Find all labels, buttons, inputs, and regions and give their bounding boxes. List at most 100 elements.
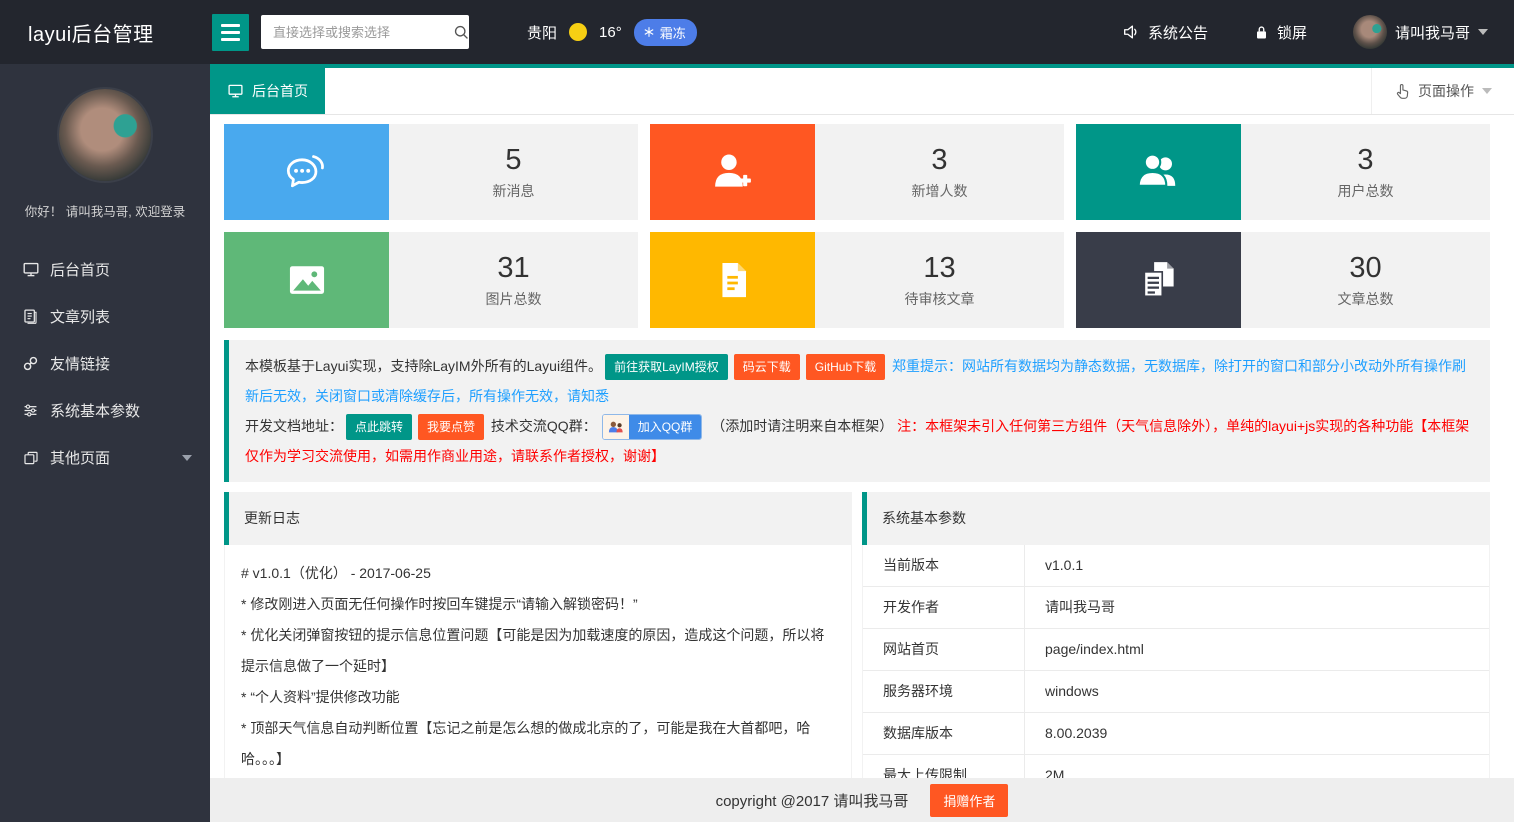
changelog-entry: # v1.0.1（优化） - 2017-06-25 — [241, 558, 835, 589]
stat-card-total-users[interactable]: 3 用户总数 — [1076, 124, 1490, 220]
stat-value: 31 — [497, 252, 529, 285]
sidebar-greeting: 你好！ 请叫我马哥, 欢迎登录 — [0, 201, 210, 220]
lock-icon — [1254, 24, 1269, 41]
qq-note: （添加时请注明来自本框架） — [711, 418, 893, 434]
changelog-entry: * 顶部天气信息自动判断位置【忘记之前是怎么想的做成北京的了，可能是我在大首都吧… — [241, 713, 835, 775]
tab-home[interactable]: 后台首页 — [210, 68, 325, 114]
docs-jump-button[interactable]: 点此跳转 — [346, 414, 412, 440]
table-row: 最大上传限制2M — [863, 755, 1489, 779]
user-avatar[interactable] — [59, 89, 151, 181]
stat-value: 30 — [1349, 252, 1381, 285]
link-icon — [21, 355, 40, 372]
sidebar-item-other-pages[interactable]: 其他页面 — [0, 434, 210, 481]
hand-pointer-icon — [1394, 83, 1410, 100]
layim-auth-button[interactable]: 前往获取LayIM授权 — [605, 354, 728, 380]
sidebar-item-label: 系统基本参数 — [50, 400, 140, 421]
frost-icon — [643, 26, 655, 38]
announcement-button[interactable]: 系统公告 — [1122, 22, 1208, 43]
article-icon — [21, 308, 40, 325]
sidebar-item-label: 友情链接 — [50, 353, 110, 374]
stat-label: 新增人数 — [912, 181, 968, 201]
sidebar-item-label: 其他页面 — [50, 447, 110, 468]
stat-value: 5 — [505, 144, 521, 177]
docs-icon — [1076, 232, 1241, 328]
header-actions: 系统公告 锁屏 请叫我马哥 — [1076, 15, 1514, 49]
stat-label: 新消息 — [493, 181, 535, 201]
stat-card-pending-articles[interactable]: 13 待审核文章 — [650, 232, 1064, 328]
sidebar-item-links[interactable]: 友情链接 — [0, 340, 210, 387]
docs-label: 开发文档地址： — [245, 418, 343, 434]
weather-temp: 16° — [599, 24, 622, 41]
changelog-panel: 更新日志 # v1.0.1（优化） - 2017-06-25 * 修改刚进入页面… — [224, 492, 852, 778]
sidebar-item-articles[interactable]: 文章列表 — [0, 293, 210, 340]
stats-grid: 5 新消息 3 新增人数 — [224, 124, 1490, 328]
search-icon[interactable] — [453, 24, 470, 41]
username: 请叫我马哥 — [1395, 22, 1470, 43]
monitor-icon — [21, 261, 40, 278]
sidebar-nav: 后台首页 文章列表 友情链接 系统基本参数 — [0, 246, 210, 481]
monitor-icon — [227, 83, 244, 99]
search-input[interactable] — [261, 25, 453, 40]
page-actions-dropdown[interactable]: 页面操作 — [1371, 68, 1514, 114]
copyright-text: copyright @2017 请叫我马哥 — [716, 790, 909, 811]
weather-widget: 贵阳 16° 霜冻 — [527, 19, 697, 46]
menu-toggle-button[interactable] — [212, 14, 249, 51]
tab-label: 后台首页 — [252, 81, 308, 101]
panels-row: 更新日志 # v1.0.1（优化） - 2017-06-25 * 修改刚进入页面… — [224, 492, 1490, 778]
sidebar-item-label: 后台首页 — [50, 259, 110, 280]
chevron-down-icon — [1482, 88, 1492, 94]
page-content: 5 新消息 3 新增人数 — [210, 115, 1514, 778]
users-icon — [1076, 124, 1241, 220]
tab-bar: 后台首页 页面操作 — [210, 68, 1514, 115]
table-row: 服务器环境windows — [863, 671, 1489, 713]
stat-label: 待审核文章 — [905, 289, 975, 309]
notice-block: 本模板基于Layui实现，支持除LayIM外所有的Layui组件。前往获取Lay… — [224, 340, 1490, 482]
stat-value: 3 — [1357, 144, 1373, 177]
weather-city: 贵阳 — [527, 22, 557, 43]
sidebar-item-home[interactable]: 后台首页 — [0, 246, 210, 293]
chevron-down-icon — [1478, 29, 1488, 35]
table-row: 网站首页page/index.html — [863, 629, 1489, 671]
stat-label: 文章总数 — [1338, 289, 1394, 309]
speaker-icon — [1122, 23, 1140, 41]
notice-intro: 本模板基于Layui实现，支持除LayIM外所有的Layui组件。 — [245, 358, 602, 374]
image-icon — [224, 232, 389, 328]
stat-value: 13 — [923, 252, 955, 285]
lock-screen-button[interactable]: 锁屏 — [1254, 22, 1307, 43]
like-button[interactable]: 我要点赞 — [418, 414, 484, 440]
table-row: 数据库版本8.00.2039 — [863, 713, 1489, 755]
hamburger-icon — [221, 24, 240, 27]
table-row: 开发作者请叫我马哥 — [863, 587, 1489, 629]
stat-label: 图片总数 — [486, 289, 542, 309]
donate-button[interactable]: 捐赠作者 — [930, 784, 1008, 817]
sun-icon — [569, 23, 587, 41]
stat-card-new-messages[interactable]: 5 新消息 — [224, 124, 638, 220]
app-logo[interactable]: layui后台管理 — [0, 18, 210, 47]
gitee-download-button[interactable]: 码云下载 — [734, 354, 800, 380]
changelog-title: 更新日志 — [224, 492, 852, 545]
user-menu[interactable]: 请叫我马哥 — [1353, 15, 1488, 49]
changelog-entry: * 修改刚进入页面无任何操作时按回车键提示“请输入解锁密码！” — [241, 589, 835, 620]
chat-icon — [224, 124, 389, 220]
stat-card-new-users[interactable]: 3 新增人数 — [650, 124, 1064, 220]
changelog-entry: * “个人资料”提供修改功能 — [241, 682, 835, 713]
chevron-down-icon — [182, 455, 192, 461]
stat-card-total-articles[interactable]: 30 文章总数 — [1076, 232, 1490, 328]
sidebar: 你好！ 请叫我马哥, 欢迎登录 后台首页 文章列表 友情链接 — [0, 64, 210, 822]
app-window: layui后台管理 贵阳 16° 霜冻 — [0, 0, 1514, 822]
weather-alert-badge: 霜冻 — [634, 19, 697, 46]
pages-icon — [21, 450, 40, 466]
page-actions-label: 页面操作 — [1418, 81, 1474, 101]
sysparams-title: 系统基本参数 — [862, 492, 1490, 545]
join-qq-group-button[interactable]: 加入QQ群 — [602, 414, 703, 440]
params-icon — [21, 402, 40, 419]
github-download-button[interactable]: GitHub下载 — [806, 354, 885, 380]
sidebar-item-label: 文章列表 — [50, 306, 110, 327]
doc-icon — [650, 232, 815, 328]
stat-card-total-images[interactable]: 31 图片总数 — [224, 232, 638, 328]
sidebar-item-params[interactable]: 系统基本参数 — [0, 387, 210, 434]
sysparams-table: 当前版本v1.0.1 开发作者请叫我马哥 网站首页page/index.html… — [863, 545, 1489, 778]
table-row: 当前版本v1.0.1 — [863, 545, 1489, 587]
changelog-entry: * 优化关闭弹窗按钮的提示信息位置问题【可能是因为加载速度的原因，造成这个问题，… — [241, 620, 835, 682]
qq-button-label: 加入QQ群 — [629, 415, 702, 439]
